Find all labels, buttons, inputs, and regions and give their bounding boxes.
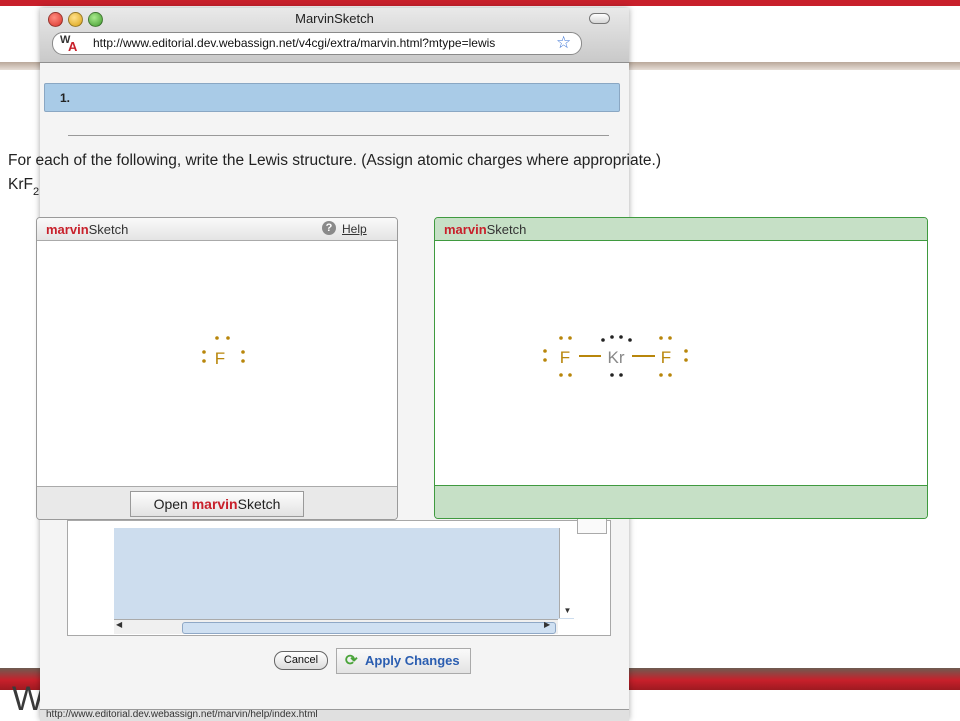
scroll-content-area	[114, 528, 574, 619]
lone-pair-dot	[559, 373, 563, 377]
lone-pair-dot	[215, 336, 219, 340]
scroll-right-arrow-icon[interactable]: ▶	[544, 620, 554, 629]
lone-pair-dot	[226, 336, 230, 340]
divider	[68, 135, 609, 136]
lone-pair-dot	[202, 359, 206, 363]
lone-pair-dot	[601, 338, 605, 342]
open-button-prefix: Open	[153, 496, 192, 512]
answer-panel-footer	[435, 485, 927, 518]
lone-pair-dot	[610, 373, 614, 377]
lone-pair-dot	[241, 359, 245, 363]
editor-canvas[interactable]: F	[37, 241, 397, 485]
lone-pair-dot	[668, 336, 672, 340]
lone-pair-dot	[628, 338, 632, 342]
open-button-suffix: Sketch	[237, 496, 281, 512]
marvin-answer-panel: marvinSketch F Kr F	[434, 217, 928, 519]
editor-panel-footer: Open marvinSketch	[37, 486, 397, 519]
slide-top-stripe	[0, 0, 960, 6]
help-link[interactable]: Help	[342, 222, 367, 236]
status-bar: http://www.editorial.dev.webassign.net/m…	[40, 709, 629, 721]
window-title: MarvinSketch	[295, 11, 374, 26]
answer-panel-header: marvinSketch	[435, 218, 927, 241]
answer-canvas: F Kr F	[543, 335, 688, 377]
url-text[interactable]: http://www.editorial.dev.webassign.net/v…	[93, 36, 556, 50]
atom-label-f-left: F	[560, 348, 570, 367]
lone-pair-dot	[543, 349, 547, 353]
help-icon[interactable]: ?	[322, 221, 336, 235]
horizontal-scroll-thumb[interactable]	[182, 622, 556, 634]
scroll-down-arrow-icon[interactable]: ▼	[560, 606, 575, 618]
fluorine-atom: F	[202, 336, 245, 368]
brand-suffix: Sketch	[88, 222, 129, 237]
lone-pair-dot	[543, 358, 547, 362]
open-button-brand: marvin	[191, 496, 238, 512]
lone-pair-dot	[619, 373, 623, 377]
toolbar-toggle-button[interactable]	[589, 13, 610, 24]
vertical-scrollbar[interactable]: ▼	[559, 528, 575, 618]
apply-changes-button[interactable]: ⟳ Apply Changes	[336, 648, 471, 674]
window-titlebar: MarvinSketch WA http://www.editorial.dev…	[40, 8, 629, 63]
lone-pair-dot	[668, 373, 672, 377]
krf2-lewis-structure: F Kr F	[543, 335, 688, 377]
question-number: 1.	[60, 91, 71, 105]
atom-label-f-right: F	[661, 348, 671, 367]
lone-pair-dot	[241, 350, 245, 354]
question-prompt: For each of the following, write the Lew…	[8, 152, 662, 169]
atom-label-kr: Kr	[608, 348, 625, 367]
question-header: 1.	[44, 83, 620, 112]
scroll-left-arrow-icon[interactable]: ◀	[116, 620, 126, 629]
atom-label-f: F	[215, 349, 225, 368]
resize-grip[interactable]	[577, 518, 607, 534]
lone-pair-dot	[568, 336, 572, 340]
lone-pair-dot	[619, 335, 623, 339]
lone-pair-dot	[568, 373, 572, 377]
refresh-icon: ⟳	[345, 652, 358, 669]
marvin-editor-panel: marvinSketch ? Help F Open marvinSketch	[36, 217, 398, 520]
editor-brand: marvinSketch	[46, 222, 128, 237]
lone-pair-dot	[202, 350, 206, 354]
formula-subscript: 2	[32, 186, 40, 198]
address-bar[interactable]: WA http://www.editorial.dev.webassign.ne…	[52, 32, 582, 55]
answer-brand: marvinSketch	[444, 222, 526, 237]
lone-pair-dot	[559, 336, 563, 340]
open-marvinsketch-button[interactable]: Open marvinSketch	[130, 491, 304, 517]
molecule-formula: KrF2	[8, 176, 39, 198]
status-url: http://www.editorial.dev.webassign.net/m…	[46, 709, 318, 720]
brand-prefix: marvin	[444, 222, 487, 237]
lone-pair-dot	[659, 336, 663, 340]
webassign-favicon-icon: WA	[60, 34, 78, 54]
brand-prefix: marvin	[46, 222, 89, 237]
lone-pair-dot	[684, 349, 688, 353]
lone-pair-dot	[659, 373, 663, 377]
apply-changes-label: Apply Changes	[365, 653, 460, 668]
lone-pair-dot	[684, 358, 688, 362]
lone-pair-dot	[610, 335, 614, 339]
horizontal-scrollbar[interactable]: ◀ ▶	[114, 619, 558, 634]
brand-suffix: Sketch	[486, 222, 527, 237]
cancel-button[interactable]: Cancel	[274, 651, 328, 670]
formula-main: KrF	[8, 176, 33, 193]
bookmark-star-icon[interactable]: ☆	[556, 33, 571, 53]
editor-panel-header: marvinSketch ? Help	[37, 218, 397, 241]
